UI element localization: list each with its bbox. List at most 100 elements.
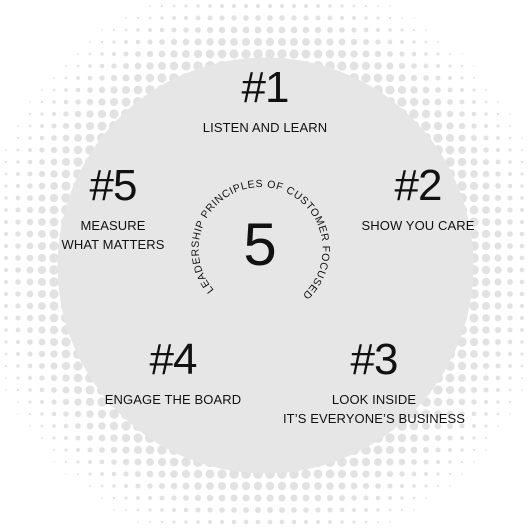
halftone-dot — [146, 50, 154, 58]
halftone-dot — [62, 398, 70, 406]
halftone-dot — [253, 37, 263, 47]
halftone-dot — [39, 399, 45, 405]
halftone-dot — [101, 497, 103, 499]
halftone-dot — [494, 266, 502, 274]
halftone-dot — [400, 28, 404, 32]
halftone-dot — [326, 482, 334, 490]
halftone-dot — [290, 26, 298, 34]
halftone-dot — [302, 494, 310, 502]
halftone-dot — [3, 255, 9, 261]
halftone-dot — [340, 4, 344, 8]
halftone-dot — [76, 76, 80, 80]
halftone-dot — [351, 27, 357, 33]
halftone-dot — [52, 436, 56, 440]
halftone-dot — [87, 435, 93, 441]
halftone-dot — [65, 65, 67, 67]
halftone-dot — [205, 469, 215, 479]
halftone-dot — [182, 50, 190, 58]
halftone-dot — [471, 111, 477, 117]
halftone-dot — [219, 519, 225, 525]
halftone-dot — [496, 136, 500, 140]
halftone-dot — [375, 39, 381, 45]
halftone-dot — [49, 325, 59, 335]
halftone-dot — [217, 481, 227, 491]
halftone-dot — [458, 122, 466, 130]
halftone-dot — [15, 315, 21, 321]
halftone-dot — [423, 75, 429, 81]
halftone-dot — [483, 135, 489, 141]
halftone-dot — [75, 99, 81, 105]
halftone-dot — [205, 49, 215, 59]
principle-1: #1 LISTEN AND LEARN — [165, 64, 365, 137]
halftone-dot — [37, 265, 47, 275]
halftone-dot — [50, 146, 58, 154]
halftone-dot — [51, 387, 57, 393]
halftone-dot — [399, 471, 405, 477]
halftone-dot — [52, 100, 56, 104]
halftone-dot — [38, 290, 46, 298]
halftone-dot — [290, 494, 298, 502]
halftone-dot — [385, 433, 395, 443]
halftone-dot — [507, 231, 513, 237]
halftone-dot — [109, 109, 119, 119]
halftone-dot — [5, 149, 7, 151]
halftone-dot — [472, 436, 476, 440]
halftone-dot — [400, 496, 404, 500]
halftone-dot — [40, 112, 44, 116]
halftone-dot — [447, 87, 453, 93]
halftone-dot — [399, 39, 405, 45]
halftone-dot — [171, 495, 177, 501]
halftone-dot — [410, 74, 418, 82]
halftone-dot — [73, 145, 83, 155]
halftone-dot — [26, 278, 34, 286]
halftone-dot — [425, 497, 427, 499]
halftone-dot — [520, 196, 524, 200]
halftone-dot — [436, 472, 440, 476]
halftone-dot — [146, 470, 154, 478]
halftone-dot — [385, 85, 395, 95]
halftone-dot — [290, 38, 298, 46]
halftone-dot — [230, 26, 238, 34]
halftone-dot — [15, 339, 21, 345]
halftone-dot — [158, 470, 166, 478]
halftone-dot — [291, 507, 297, 513]
halftone-dot — [217, 469, 227, 479]
halftone-dot — [494, 218, 502, 226]
halftone-dot — [448, 52, 452, 56]
halftone-dot — [15, 327, 21, 333]
halftone-dot — [124, 496, 128, 500]
halftone-dot — [121, 97, 131, 107]
halftone-dot — [389, 521, 391, 523]
halftone-dot — [74, 110, 82, 118]
halftone-dot — [495, 351, 501, 357]
halftone-dot — [483, 123, 489, 129]
halftone-dot — [51, 399, 57, 405]
halftone-dot — [363, 495, 369, 501]
halftone-dot — [481, 277, 491, 287]
halftone-dot — [49, 301, 59, 311]
halftone-dot — [208, 4, 212, 8]
halftone-dot — [401, 17, 403, 19]
halftone-dot — [397, 97, 407, 107]
halftone-dot — [99, 447, 105, 453]
halftone-dot — [16, 136, 20, 140]
principle-2-label: SHOW YOU CARE — [361, 218, 475, 233]
halftone-dot — [86, 98, 94, 106]
halftone-dot — [314, 38, 322, 46]
halftone-dot — [520, 184, 524, 188]
halftone-dot — [206, 494, 214, 502]
halftone-dot — [411, 471, 417, 477]
halftone-dot — [411, 459, 417, 465]
halftone-dot — [184, 520, 188, 524]
halftone-dot — [265, 49, 275, 59]
halftone-dot — [136, 496, 140, 500]
halftone-dot — [400, 508, 404, 512]
halftone-dot — [421, 109, 431, 119]
halftone-dot — [435, 75, 441, 81]
halftone-dot — [388, 16, 392, 20]
halftone-dot — [374, 458, 382, 466]
halftone-dot — [158, 50, 166, 58]
halftone-dot — [507, 219, 513, 225]
halftone-dot — [50, 350, 58, 358]
halftone-dot — [99, 63, 105, 69]
